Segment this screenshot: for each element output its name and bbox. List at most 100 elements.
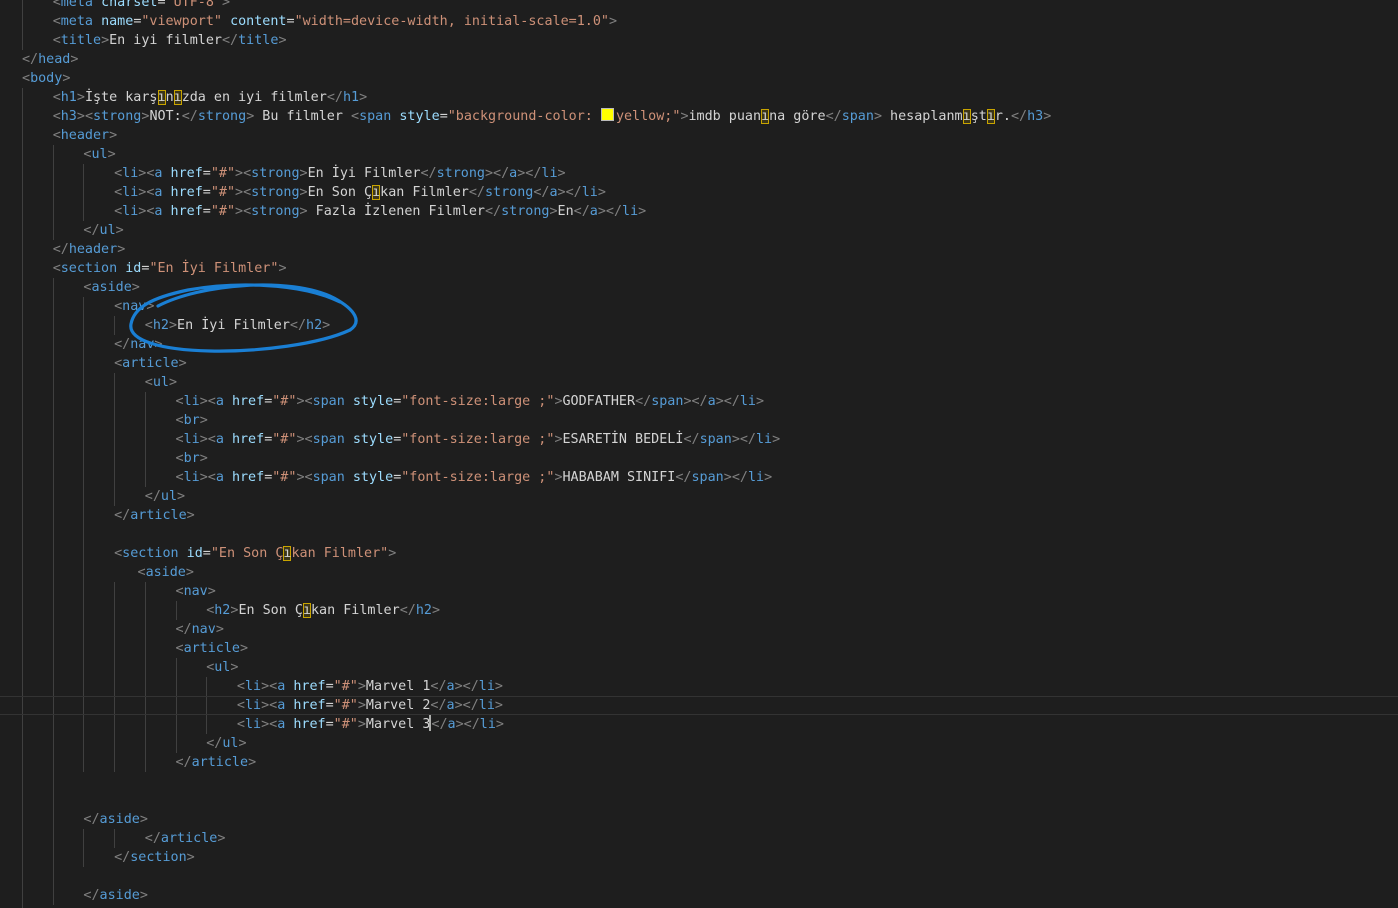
code-token: aside [99, 888, 140, 903]
code-token: Marvel 3 [365, 717, 431, 732]
code-line[interactable] [0, 525, 1398, 544]
code-token: "#" [272, 394, 297, 409]
code-line[interactable]: <h3><strong>NOT:</strong> Bu filmler <sp… [0, 107, 1398, 126]
code-line[interactable]: <aside> [0, 278, 1398, 297]
code-token: > [680, 109, 689, 124]
code-line[interactable]: <li><a href="#"><span style="font-size:l… [0, 430, 1398, 449]
code-token: "font-size:large ;" [401, 394, 555, 409]
code-line[interactable]: </head> [0, 50, 1398, 69]
code-line[interactable]: </nav> [0, 620, 1398, 639]
code-line[interactable]: </ul> [0, 487, 1398, 506]
code-line[interactable]: <h2>En İyi Filmler</h2> [0, 316, 1398, 335]
code-token: = [202, 166, 211, 181]
code-line[interactable]: <article> [0, 639, 1398, 658]
code-line[interactable]: <header> [0, 126, 1398, 145]
code-line[interactable]: <article> [0, 354, 1398, 373]
code-token: = [202, 204, 211, 219]
code-line[interactable]: </article> [0, 506, 1398, 525]
code-token: section [60, 261, 118, 276]
code-line[interactable]: <li><a href="#">Marvel 1</a></li> [0, 677, 1398, 696]
code-line[interactable]: </ul> [0, 734, 1398, 753]
code-token: span [312, 394, 345, 409]
code-token: < [175, 641, 184, 656]
code-line[interactable]: <h1>İşte karşınızda en iyi filmler</h1> [0, 88, 1398, 107]
code-token: h3 [1027, 109, 1044, 124]
line-content: <li><a href="#">Marvel 2</a></li> [237, 696, 503, 715]
code-token: > [608, 14, 618, 29]
code-line[interactable]: <meta name="viewport" content="width=dev… [0, 12, 1398, 31]
code-line[interactable]: <nav> [0, 582, 1398, 601]
code-token: > [107, 147, 116, 162]
code-line[interactable]: <nav> [0, 297, 1398, 316]
code-line[interactable] [0, 772, 1398, 791]
code-token: > [278, 261, 287, 276]
code-line[interactable]: </nav> [0, 335, 1398, 354]
code-line[interactable]: <title>En iyi filmler</title> [0, 31, 1398, 50]
code-line[interactable]: </ul> [0, 221, 1398, 240]
code-line[interactable] [0, 867, 1398, 886]
code-line[interactable]: <h2>En Son Çıkan Filmler</h2> [0, 601, 1398, 620]
code-token: > [554, 394, 563, 409]
code-line[interactable]: <section id="En Son Çıkan Filmler"> [0, 544, 1398, 563]
code-token: "width=device-width, initial-scale=1.0" [294, 14, 609, 29]
code-token: br [183, 451, 200, 466]
code-line[interactable]: <body> [0, 69, 1398, 88]
code-token: li [478, 698, 495, 713]
code-token: < [243, 166, 252, 181]
code-token: h1 [342, 90, 360, 105]
code-token: < [144, 318, 153, 333]
code-line[interactable]: </header> [0, 240, 1398, 259]
code-line[interactable]: <li><a href="#">Marvel 3</a></li> [0, 715, 1398, 734]
code-token: Marvel 1 [365, 679, 431, 694]
code-line[interactable]: </aside> [0, 810, 1398, 829]
code-token: name [101, 14, 134, 29]
code-line[interactable]: <li><a href="#"><span style="font-size:l… [0, 468, 1398, 487]
code-token: hesaplanm [882, 109, 963, 124]
code-token: href [231, 432, 265, 447]
code-line[interactable]: </aside> [0, 886, 1398, 905]
code-token: h2 [152, 318, 169, 333]
code-line[interactable]: <br> [0, 411, 1398, 430]
code-token: ı [761, 109, 770, 124]
code-token: Marvel 2 [365, 698, 431, 713]
code-line[interactable]: <aside> [0, 563, 1398, 582]
code-line[interactable]: <li><a href="#">Marvel 2</a></li> [0, 696, 1398, 715]
code-token: </ [114, 850, 131, 865]
code-line[interactable]: <li><a href="#"><strong>En Son Çıkan Fil… [0, 183, 1398, 202]
line-content: </section> [114, 848, 195, 867]
code-token: strong [251, 185, 300, 200]
code-token: < [52, 128, 61, 143]
code-token: En Son Ç [238, 603, 303, 618]
code-line[interactable]: <ul> [0, 373, 1398, 392]
code-line[interactable]: </article> [0, 829, 1398, 848]
code-token: </ [605, 204, 623, 219]
code-line[interactable]: <ul> [0, 145, 1398, 164]
code-token: </ [326, 90, 343, 105]
code-token: </ [635, 394, 652, 409]
code-token: > [454, 698, 463, 713]
code-token: </ [83, 223, 100, 238]
code-line[interactable]: <li><a href="#"><span style="font-size:l… [0, 392, 1398, 411]
code-line[interactable]: </section> [0, 848, 1398, 867]
code-line[interactable]: <li><a href="#"><strong> Fazla İzlenen F… [0, 202, 1398, 221]
code-line[interactable]: <meta charset="UTF-8"> [0, 0, 1398, 12]
code-token: </ [739, 432, 756, 447]
code-line[interactable] [0, 791, 1398, 810]
line-content: </article> [145, 829, 226, 848]
code-token: > [238, 736, 247, 751]
code-token: </ [462, 679, 479, 694]
code-line[interactable]: <br> [0, 449, 1398, 468]
code-token: ı [173, 90, 182, 105]
line-content: </aside> [83, 810, 148, 829]
code-token: < [52, 14, 61, 29]
code-token: > [484, 166, 494, 181]
code-line[interactable]: </article> [0, 753, 1398, 772]
code-line[interactable]: <ul> [0, 658, 1398, 677]
code-editor[interactable]: <meta charset="UTF-8"> <meta name="viewpo… [0, 0, 1398, 908]
code-token: > [597, 204, 606, 219]
code-token: </ [675, 470, 692, 485]
code-line[interactable]: <section id="En İyi Filmler"> [0, 259, 1398, 278]
line-content: <meta name="viewport" content="width=dev… [53, 12, 617, 31]
code-token: > [215, 622, 224, 637]
code-line[interactable]: <li><a href="#"><strong>En İyi Filmler</… [0, 164, 1398, 183]
